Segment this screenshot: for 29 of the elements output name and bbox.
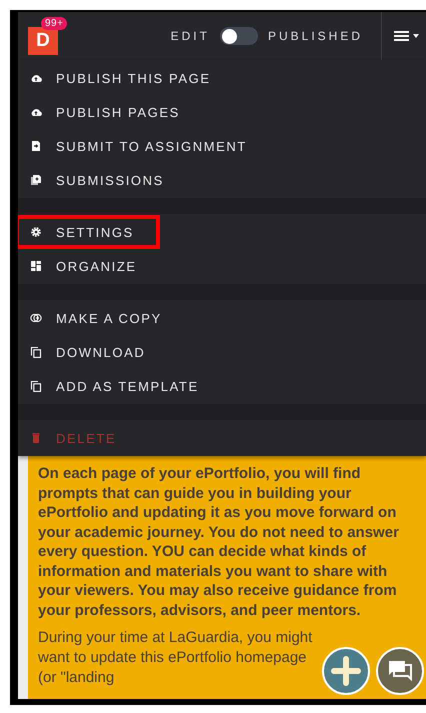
trash-icon bbox=[30, 432, 42, 444]
menu-icon bbox=[394, 30, 420, 42]
cloud-upload-icon bbox=[30, 72, 42, 84]
chat-icon bbox=[387, 659, 413, 683]
body-paragraph: On each page of your ePortfolio, you will find prompts that can guide you in building your ePortfolio and updating it as you move forward on your academic journey. You do not need to answer every question. YOU can decide what kinds of information and materials you want to share with your viewers. You may also receive guidance from your professors, advisors, and peer mentors. bbox=[38, 464, 400, 620]
menu-item[interactable]: SUBMISSIONS bbox=[18, 163, 426, 197]
menu-item[interactable]: PUBLISH PAGES bbox=[18, 95, 426, 129]
plus-icon bbox=[331, 656, 361, 686]
publish-toggle[interactable] bbox=[220, 27, 258, 45]
edit-label: EDIT bbox=[170, 29, 210, 43]
logo[interactable]: D bbox=[28, 27, 58, 55]
copy-icon bbox=[30, 380, 42, 392]
body-paragraph: During your time at LaGuardia, you might want to update this ePortfolio homepage (or "landing bbox=[38, 628, 314, 688]
menu-item[interactable]: SUBMIT TO ASSIGNMENT bbox=[18, 129, 426, 163]
menu-item[interactable]: MAKE A COPY bbox=[18, 301, 426, 335]
notification-badge: 99+ bbox=[41, 17, 68, 30]
menu-item[interactable]: ADD AS TEMPLATE bbox=[18, 369, 426, 403]
cloud-upload-icon bbox=[30, 106, 42, 118]
circles-plus-icon bbox=[30, 312, 42, 324]
grid-icon bbox=[30, 260, 42, 272]
documents-icon bbox=[30, 174, 42, 186]
menu-item[interactable]: SETTINGS bbox=[18, 215, 160, 249]
menu-item[interactable]: PUBLISH THIS PAGE bbox=[18, 61, 426, 95]
settings-icon bbox=[30, 226, 42, 238]
menu-item[interactable]: DOWNLOAD bbox=[18, 335, 426, 369]
menu-item[interactable]: ORGANIZE bbox=[18, 249, 426, 283]
document-icon bbox=[30, 140, 42, 152]
published-label: PUBLISHED bbox=[268, 29, 363, 43]
copy-icon bbox=[30, 346, 42, 358]
